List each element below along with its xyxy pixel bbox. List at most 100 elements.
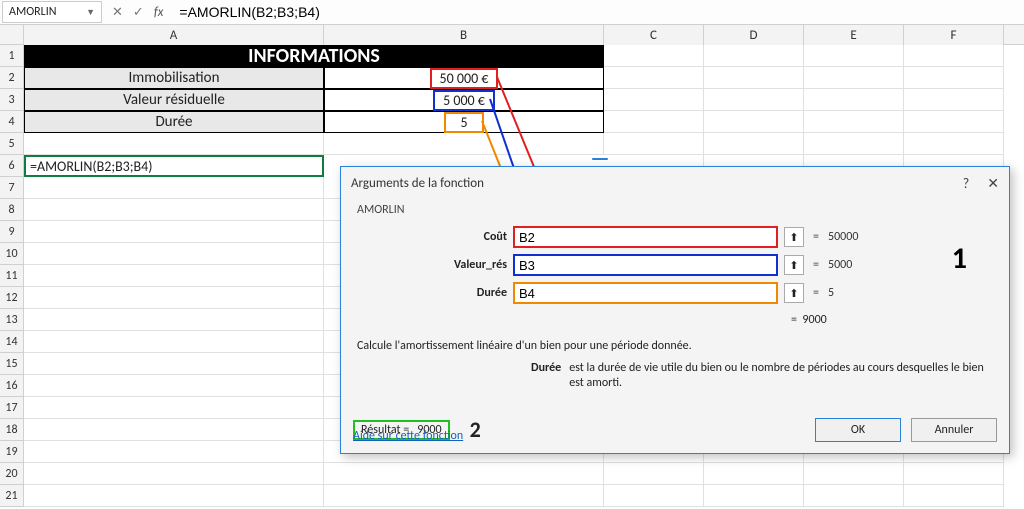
cell[interactable]	[24, 309, 324, 331]
close-icon[interactable]: ✕	[987, 175, 999, 192]
row-header[interactable]: 8	[0, 199, 24, 221]
cell[interactable]	[804, 111, 904, 133]
help-icon[interactable]: ?	[963, 175, 970, 192]
label-duree[interactable]: Durée	[24, 111, 324, 133]
cell[interactable]	[24, 243, 324, 265]
column-header-D[interactable]: D	[704, 25, 804, 45]
row-header[interactable]: 20	[0, 463, 24, 485]
cell[interactable]	[704, 89, 804, 111]
cell[interactable]	[24, 485, 324, 507]
row-header[interactable]: 11	[0, 265, 24, 287]
row-header[interactable]: 12	[0, 287, 24, 309]
row-header[interactable]: 7	[0, 177, 24, 199]
cancel-button[interactable]: Annuler	[911, 418, 997, 442]
cell[interactable]	[804, 485, 904, 507]
cell[interactable]	[604, 133, 704, 155]
cell[interactable]	[804, 89, 904, 111]
column-header-A[interactable]: A	[24, 25, 324, 45]
label-immobilisation[interactable]: Immobilisation	[24, 67, 324, 89]
cell[interactable]	[24, 441, 324, 463]
cell[interactable]	[904, 111, 1004, 133]
cell[interactable]	[24, 199, 324, 221]
arg-input-cout[interactable]	[513, 226, 778, 248]
cell[interactable]	[804, 45, 904, 67]
ok-button[interactable]: OK	[815, 418, 901, 442]
cell[interactable]	[804, 463, 904, 485]
cell[interactable]	[704, 45, 804, 67]
cell[interactable]	[604, 67, 704, 89]
row-header[interactable]: 2	[0, 67, 24, 89]
column-header-B[interactable]: B	[324, 25, 604, 45]
cell[interactable]	[904, 67, 1004, 89]
cell[interactable]	[904, 485, 1004, 507]
chevron-down-icon[interactable]: ▼	[86, 7, 95, 18]
column-header-F[interactable]: F	[904, 25, 1004, 45]
row-header[interactable]: 15	[0, 353, 24, 375]
cell[interactable]	[24, 133, 324, 155]
row-header[interactable]: 1	[0, 45, 24, 67]
cell[interactable]	[604, 111, 704, 133]
range-picker-icon[interactable]: ⬆	[784, 283, 804, 303]
cell[interactable]	[604, 89, 704, 111]
row-header[interactable]: 21	[0, 485, 24, 507]
cell[interactable]	[24, 463, 324, 485]
row-header[interactable]: 3	[0, 89, 24, 111]
cell[interactable]	[24, 375, 324, 397]
cell[interactable]	[704, 463, 804, 485]
cell[interactable]	[24, 265, 324, 287]
cell[interactable]	[904, 463, 1004, 485]
label-valeur-residuelle[interactable]: Valeur résiduelle	[24, 89, 324, 111]
column-header-E[interactable]: E	[804, 25, 904, 45]
select-all-corner[interactable]	[0, 25, 24, 44]
cell[interactable]	[904, 133, 1004, 155]
cell[interactable]	[904, 45, 1004, 67]
help-link[interactable]: Aide sur cette fonction	[353, 429, 463, 443]
row-header[interactable]: 6	[0, 155, 24, 177]
cell[interactable]	[604, 45, 704, 67]
cell[interactable]	[24, 419, 324, 441]
fx-icon[interactable]: fx	[154, 5, 164, 20]
dialog-titlebar[interactable]: Arguments de la fonction ? ✕	[341, 167, 1009, 199]
arg-input-duree[interactable]	[513, 282, 778, 304]
cell[interactable]	[24, 221, 324, 243]
row-header[interactable]: 16	[0, 375, 24, 397]
cell[interactable]	[324, 463, 604, 485]
row-header[interactable]: 14	[0, 331, 24, 353]
cancel-icon[interactable]: ✕	[112, 5, 123, 20]
row-header[interactable]: 5	[0, 133, 24, 155]
cell-B2[interactable]: 50 000 €	[324, 67, 604, 89]
range-picker-icon[interactable]: ⬆	[784, 227, 804, 247]
cell[interactable]	[704, 485, 804, 507]
row-header[interactable]: 19	[0, 441, 24, 463]
enter-icon[interactable]: ✓	[133, 5, 144, 20]
row-header[interactable]: 9	[0, 221, 24, 243]
arg-input-valeur-res[interactable]	[513, 254, 778, 276]
row-header[interactable]: 10	[0, 243, 24, 265]
cell[interactable]	[604, 463, 704, 485]
cell[interactable]	[324, 485, 604, 507]
row-header[interactable]: 4	[0, 111, 24, 133]
cell[interactable]	[604, 485, 704, 507]
row-header[interactable]: 17	[0, 397, 24, 419]
cell-B4[interactable]: 5	[324, 111, 604, 133]
cell[interactable]	[704, 67, 804, 89]
row-header[interactable]: 18	[0, 419, 24, 441]
name-box[interactable]: AMORLIN ▼	[2, 1, 102, 23]
cell[interactable]	[24, 331, 324, 353]
cell[interactable]	[324, 133, 604, 155]
cell[interactable]	[24, 287, 324, 309]
cell[interactable]	[704, 111, 804, 133]
cell-B3[interactable]: 5 000 €	[324, 89, 604, 111]
cell[interactable]	[804, 67, 904, 89]
cell[interactable]	[804, 133, 904, 155]
cell[interactable]	[24, 177, 324, 199]
cell[interactable]	[24, 353, 324, 375]
cell[interactable]	[704, 133, 804, 155]
informations-header[interactable]: INFORMATIONS	[24, 45, 604, 67]
cell-A6-active[interactable]: =AMORLIN(B2;B3;B4)	[24, 155, 324, 177]
cell[interactable]	[904, 89, 1004, 111]
formula-input[interactable]	[179, 1, 1024, 23]
column-header-C[interactable]: C	[604, 25, 704, 45]
range-picker-icon[interactable]: ⬆	[784, 255, 804, 275]
row-header[interactable]: 13	[0, 309, 24, 331]
